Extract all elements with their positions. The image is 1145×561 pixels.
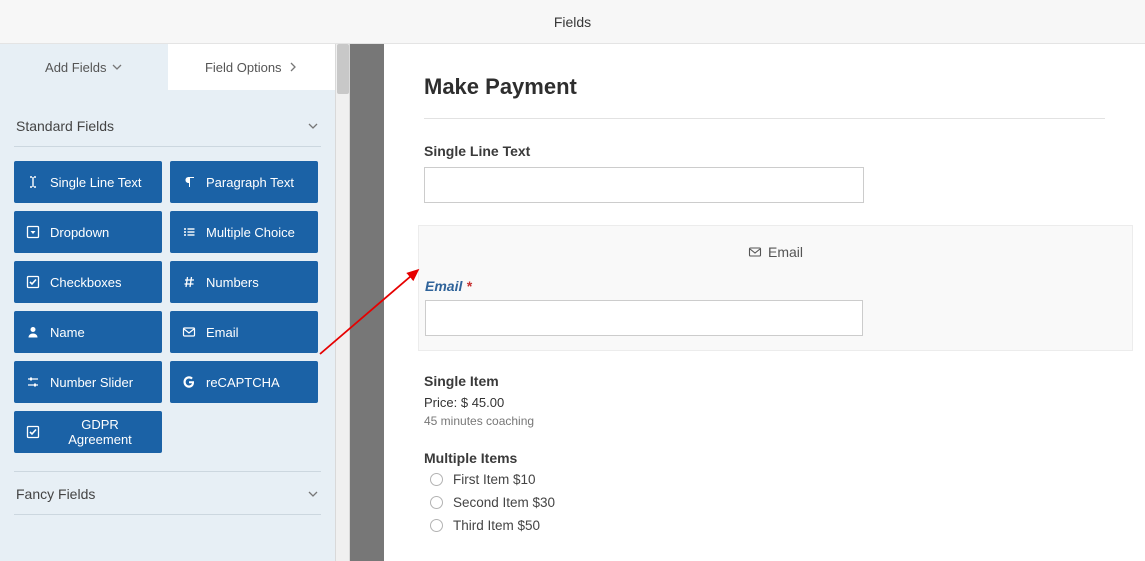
- field-label: Dropdown: [50, 225, 109, 240]
- email-input[interactable]: [425, 300, 863, 336]
- field-number-slider[interactable]: Number Slider: [14, 361, 162, 403]
- google-icon: [182, 375, 196, 389]
- standard-fields-grid: Single Line Text Paragraph Text Dropdown…: [14, 147, 321, 471]
- check-square-icon: [26, 425, 40, 439]
- price-description: 45 minutes coaching: [424, 414, 1105, 428]
- single-line-text-label: Single Line Text: [424, 143, 1105, 159]
- envelope-icon: [182, 325, 196, 339]
- text-cursor-icon: [26, 175, 40, 189]
- envelope-icon: [748, 245, 762, 259]
- page-header: Fields: [0, 0, 1145, 44]
- check-square-icon: [26, 275, 40, 289]
- tab-add-fields[interactable]: Add Fields: [0, 44, 168, 90]
- email-label-text: Email: [425, 278, 462, 294]
- email-field-label: Email *: [419, 278, 1132, 294]
- tab-field-options-label: Field Options: [205, 60, 282, 75]
- section-fancy-fields[interactable]: Fancy Fields: [14, 471, 321, 515]
- sliders-icon: [26, 375, 40, 389]
- price-value: $ 45.00: [461, 395, 504, 410]
- field-name[interactable]: Name: [14, 311, 162, 353]
- field-label: Email: [206, 325, 239, 340]
- page-header-title: Fields: [554, 14, 591, 30]
- main: Add Fields Field Options Standard Fields…: [0, 44, 1145, 561]
- fields-panel: Standard Fields Single Line Text Paragra…: [0, 90, 335, 561]
- field-label: Numbers: [206, 275, 259, 290]
- email-drop-header-label: Email: [768, 244, 803, 260]
- field-numbers[interactable]: Numbers: [170, 261, 318, 303]
- price-label: Price:: [424, 395, 457, 410]
- field-gdpr-agreement[interactable]: GDPR Agreement: [14, 411, 162, 453]
- radio-option-label: Third Item $50: [453, 518, 540, 533]
- field-multiple-choice[interactable]: Multiple Choice: [170, 211, 318, 253]
- divider: [424, 118, 1105, 119]
- radio-option[interactable]: First Item $10: [424, 472, 1105, 487]
- radio-icon: [430, 473, 443, 486]
- scrollbar-thumb[interactable]: [337, 44, 349, 94]
- field-dropdown[interactable]: Dropdown: [14, 211, 162, 253]
- radio-icon: [430, 519, 443, 532]
- field-label: Multiple Choice: [206, 225, 295, 240]
- field-label: Single Line Text: [50, 175, 142, 190]
- section-fancy-label: Fancy Fields: [16, 486, 95, 502]
- field-email[interactable]: Email: [170, 311, 318, 353]
- hash-icon: [182, 275, 196, 289]
- field-single-line-text[interactable]: Single Line Text: [14, 161, 162, 203]
- radio-option-label: Second Item $30: [453, 495, 555, 510]
- chevron-down-icon: [307, 488, 319, 500]
- tab-field-options[interactable]: Field Options: [168, 44, 336, 90]
- single-item-label: Single Item: [424, 373, 1105, 389]
- multiple-items-label: Multiple Items: [424, 450, 1105, 466]
- paragraph-icon: [182, 175, 196, 189]
- email-field-drop[interactable]: Email Email *: [418, 225, 1133, 351]
- field-paragraph-text[interactable]: Paragraph Text: [170, 161, 318, 203]
- chevron-down-icon: [112, 62, 122, 72]
- chevron-down-icon: [307, 120, 319, 132]
- field-label: GDPR Agreement: [50, 417, 150, 447]
- section-standard-label: Standard Fields: [16, 118, 114, 134]
- field-label: reCAPTCHA: [206, 375, 280, 390]
- radio-option[interactable]: Second Item $30: [424, 495, 1105, 510]
- chevron-right-icon: [288, 62, 298, 72]
- sidebar-scrollbar[interactable]: [336, 44, 350, 561]
- email-field-drop-header: Email: [419, 226, 1132, 278]
- user-icon: [26, 325, 40, 339]
- field-label: Checkboxes: [50, 275, 122, 290]
- sidebar: Add Fields Field Options Standard Fields…: [0, 44, 336, 561]
- form-preview: Make Payment Single Line Text Email Emai…: [384, 44, 1145, 561]
- field-recaptcha[interactable]: reCAPTCHA: [170, 361, 318, 403]
- field-checkboxes[interactable]: Checkboxes: [14, 261, 162, 303]
- required-asterisk: *: [466, 278, 471, 294]
- field-label: Number Slider: [50, 375, 133, 390]
- price-line: Price: $ 45.00: [424, 395, 1105, 410]
- field-label: Paragraph Text: [206, 175, 294, 190]
- caret-square-icon: [26, 225, 40, 239]
- section-standard-fields[interactable]: Standard Fields: [14, 104, 321, 147]
- list-icon: [182, 225, 196, 239]
- sidebar-tabs: Add Fields Field Options: [0, 44, 335, 90]
- radio-option[interactable]: Third Item $50: [424, 518, 1105, 533]
- tab-add-fields-label: Add Fields: [45, 60, 106, 75]
- preview-gutter: [350, 44, 384, 561]
- form-title: Make Payment: [424, 74, 1105, 100]
- single-line-text-input[interactable]: [424, 167, 864, 203]
- radio-option-label: First Item $10: [453, 472, 536, 487]
- radio-icon: [430, 496, 443, 509]
- field-label: Name: [50, 325, 85, 340]
